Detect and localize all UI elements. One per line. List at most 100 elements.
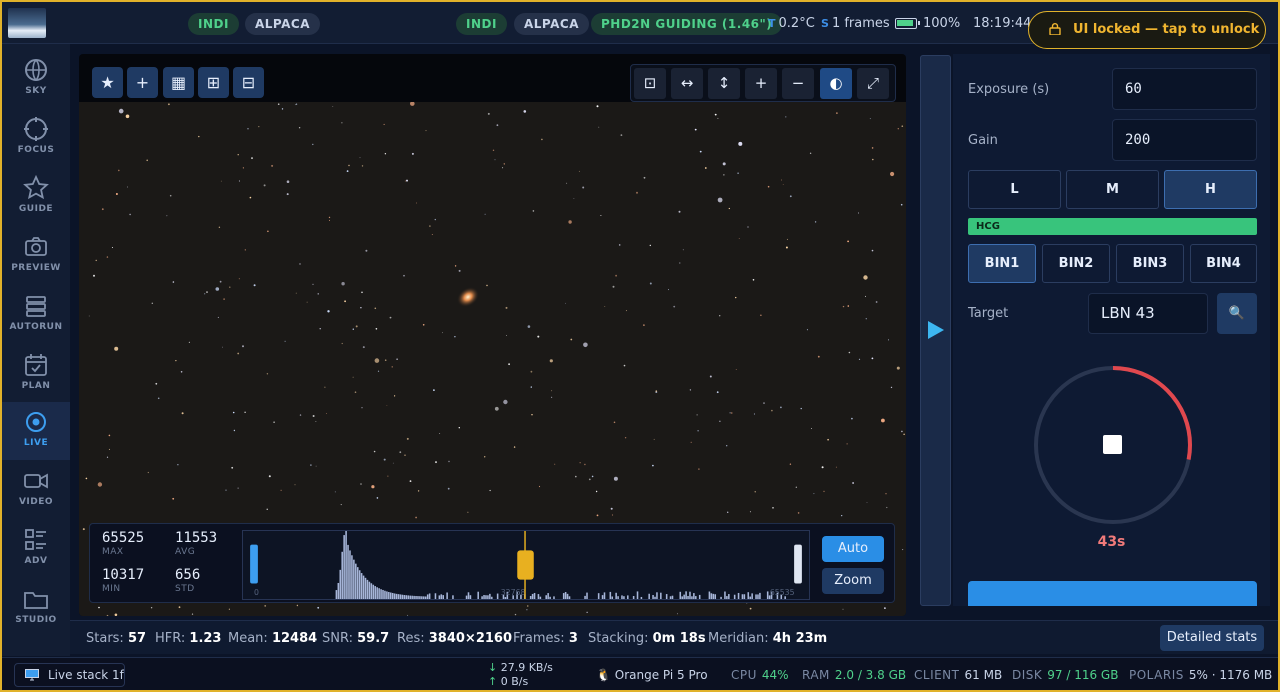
- star-dot: [191, 613, 194, 615]
- panel-collapse-toggle[interactable]: [920, 55, 951, 606]
- focus-icon: [24, 117, 48, 141]
- gain-input[interactable]: 200: [1112, 119, 1257, 161]
- black-point-handle[interactable]: [250, 544, 258, 584]
- temperature-key: T: [768, 17, 776, 30]
- histogram-plot[interactable]: 0 32768 65535: [242, 530, 810, 600]
- histogram-bar: [504, 597, 507, 599]
- fit-button[interactable]: ⊡: [634, 68, 666, 99]
- star-dot: [348, 164, 350, 167]
- gain-mode-medium-button[interactable]: M: [1066, 170, 1159, 209]
- sidebar-item-label: VIDEO: [18, 497, 54, 507]
- clock: 18:19:44: [973, 16, 1032, 31]
- zoom-in-button[interactable]: +: [745, 68, 777, 99]
- bin1-button[interactable]: BIN1: [968, 244, 1036, 283]
- sidebar-item-adv[interactable]: ADV: [2, 520, 70, 578]
- detailed-stats-button[interactable]: Detailed stats: [1160, 625, 1264, 651]
- sidebar-item-sky[interactable]: SKY: [2, 50, 70, 108]
- start-stacking-button[interactable]: [968, 581, 1257, 606]
- zoom-histogram-button[interactable]: Zoom: [822, 568, 884, 594]
- client-usage: CLIENT 61 MB: [914, 668, 1002, 682]
- histogram-bar: [362, 575, 365, 599]
- sidebar-item-plan[interactable]: PLAN: [2, 345, 70, 403]
- star-dot: [228, 608, 230, 610]
- star-dot: [842, 608, 844, 610]
- gain-mode-high-button[interactable]: H: [1164, 170, 1257, 209]
- sidebar-item-video[interactable]: VIDEO: [2, 461, 70, 519]
- fit-width-button[interactable]: ↔: [671, 68, 703, 99]
- histogram-bar: [529, 595, 532, 599]
- download-arrow-icon: ↓: [488, 661, 498, 674]
- zoom-out-button[interactable]: −: [782, 68, 814, 99]
- histogram-bar: [469, 595, 472, 599]
- star-dot: [852, 482, 854, 484]
- stop-button[interactable]: [1103, 435, 1122, 454]
- star-dot: [636, 191, 638, 194]
- upload-arrow-icon: ↑: [488, 675, 498, 688]
- sidebar-item-preview[interactable]: PREVIEW: [2, 227, 70, 285]
- midtone-handle[interactable]: [517, 550, 534, 580]
- star-dot: [789, 195, 792, 198]
- folder-icon: [24, 592, 48, 609]
- histogram-bar: [759, 592, 761, 599]
- polaris-value: 5% · 1176 MB: [1188, 668, 1273, 682]
- histogram-bar: [366, 579, 369, 599]
- download-rate-value: 27.9 KB/s: [500, 661, 553, 674]
- histogram-bar: [623, 596, 625, 599]
- star-dot: [82, 528, 85, 531]
- star-dot: [494, 159, 496, 161]
- fullscreen-button[interactable]: ⤢: [857, 68, 889, 99]
- split-tool-button[interactable]: ⊞: [198, 67, 229, 98]
- star-dot: [253, 284, 256, 287]
- histogram-bar: [693, 593, 695, 599]
- histogram-bar: [477, 591, 479, 599]
- gain-mode-low-button[interactable]: L: [968, 170, 1061, 209]
- star-dot: [780, 406, 782, 409]
- grid-tool-button[interactable]: ▦: [163, 67, 194, 98]
- histogram-bar: [378, 588, 380, 599]
- exposure-progress-ring: [1034, 366, 1192, 524]
- star-dot: [383, 123, 385, 125]
- view-toolbar: ⊡ ↔ ↕ + − ◐ ⤢: [630, 64, 896, 102]
- star-dot: [406, 179, 408, 182]
- bin2-button[interactable]: BIN2: [1042, 244, 1110, 283]
- white-point-handle[interactable]: [794, 544, 802, 584]
- star-dot: [863, 275, 868, 280]
- ram-usage: RAM 2.0 / 3.8 GB: [802, 668, 906, 682]
- star-dot: [865, 318, 867, 320]
- upload-rate: ↑ 0 B/s: [488, 675, 528, 688]
- star-dot: [295, 292, 297, 294]
- star-tool-button[interactable]: ★: [92, 67, 123, 98]
- target-search-button[interactable]: 🔍: [1217, 293, 1257, 334]
- fit-height-button[interactable]: ↕: [708, 68, 740, 99]
- crosshair-tool-button[interactable]: +: [127, 67, 158, 98]
- star-dot: [125, 114, 130, 119]
- stat-snr-value: 59.7: [357, 631, 390, 646]
- histogram-bar: [358, 570, 361, 599]
- star-dot: [851, 417, 853, 420]
- alpaca-pill: ALPACA: [514, 13, 590, 35]
- histogram-bar: [438, 595, 441, 599]
- sidebar-item-studio[interactable]: STUDIO: [2, 579, 70, 637]
- sidebar-item-live[interactable]: LIVE: [2, 402, 70, 460]
- auto-stretch-button[interactable]: Auto: [822, 536, 884, 562]
- layout-tool-button[interactable]: ⊟: [233, 67, 264, 98]
- bin4-button[interactable]: BIN4: [1190, 244, 1257, 283]
- star-dot: [106, 256, 109, 258]
- sidebar-item-guide[interactable]: GUIDE: [2, 168, 70, 226]
- star-dot: [244, 249, 246, 251]
- star-dot: [537, 335, 540, 338]
- star-dot: [716, 391, 719, 394]
- contrast-toggle-button[interactable]: ◐: [820, 68, 852, 99]
- star-dot: [237, 352, 240, 355]
- bin3-button[interactable]: BIN3: [1116, 244, 1184, 283]
- histogram-bar: [343, 535, 345, 599]
- exposure-input[interactable]: 60: [1112, 68, 1257, 110]
- sidebar-item-focus[interactable]: FOCUS: [2, 109, 70, 167]
- target-input[interactable]: LBN 43: [1088, 293, 1208, 334]
- sidebar-item-autorun[interactable]: AUTORUN: [2, 286, 70, 344]
- ui-lock-button[interactable]: UI locked — tap to unlock: [1028, 11, 1266, 49]
- histogram-bar: [434, 593, 437, 599]
- histogram-bar: [533, 592, 536, 599]
- star-dot: [352, 376, 354, 378]
- live-stack-chip[interactable]: Live stack 1f: [14, 663, 125, 687]
